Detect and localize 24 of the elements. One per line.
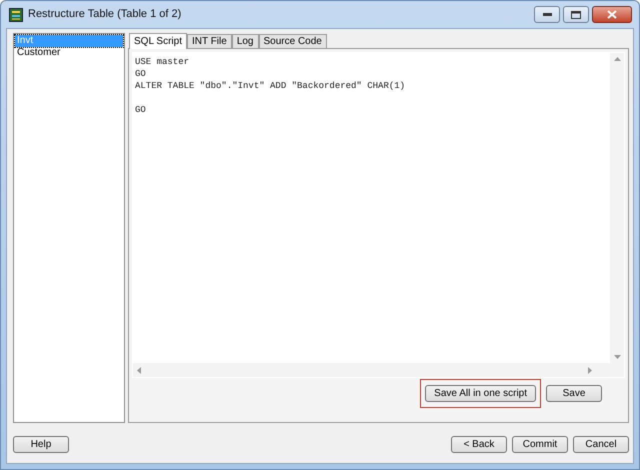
save-all-button[interactable]: Save All in one script: [425, 385, 536, 402]
help-button[interactable]: Help: [13, 436, 69, 453]
scroll-up-icon[interactable]: [614, 57, 620, 61]
close-button[interactable]: [592, 6, 632, 23]
sql-script-text: USE master GO ALTER TABLE "dbo"."Invt" ADD "Backordered" CHAR(1) GO: [135, 56, 406, 116]
close-icon: [607, 10, 617, 19]
tab[interactable]: Source Code: [258, 34, 327, 48]
tab[interactable]: SQL Script: [129, 33, 187, 49]
tab[interactable]: INT File: [186, 34, 232, 48]
minimize-icon: [542, 12, 552, 16]
minimize-button[interactable]: [534, 6, 560, 23]
back-button[interactable]: < Back: [451, 436, 507, 453]
maximize-button[interactable]: [563, 6, 589, 23]
save-button[interactable]: Save: [546, 385, 602, 402]
window-title: Restructure Table (Table 1 of 2): [28, 7, 182, 22]
maximize-icon: [571, 10, 581, 18]
table-list-item[interactable]: Customer: [15, 47, 123, 59]
app-icon: [9, 8, 23, 22]
commit-button[interactable]: Commit: [512, 436, 568, 453]
cancel-button[interactable]: Cancel: [573, 436, 629, 453]
scroll-right-icon[interactable]: [588, 366, 592, 374]
tab[interactable]: Log: [232, 34, 258, 48]
scroll-left-icon[interactable]: [137, 366, 141, 374]
scroll-down-icon[interactable]: [614, 355, 620, 359]
